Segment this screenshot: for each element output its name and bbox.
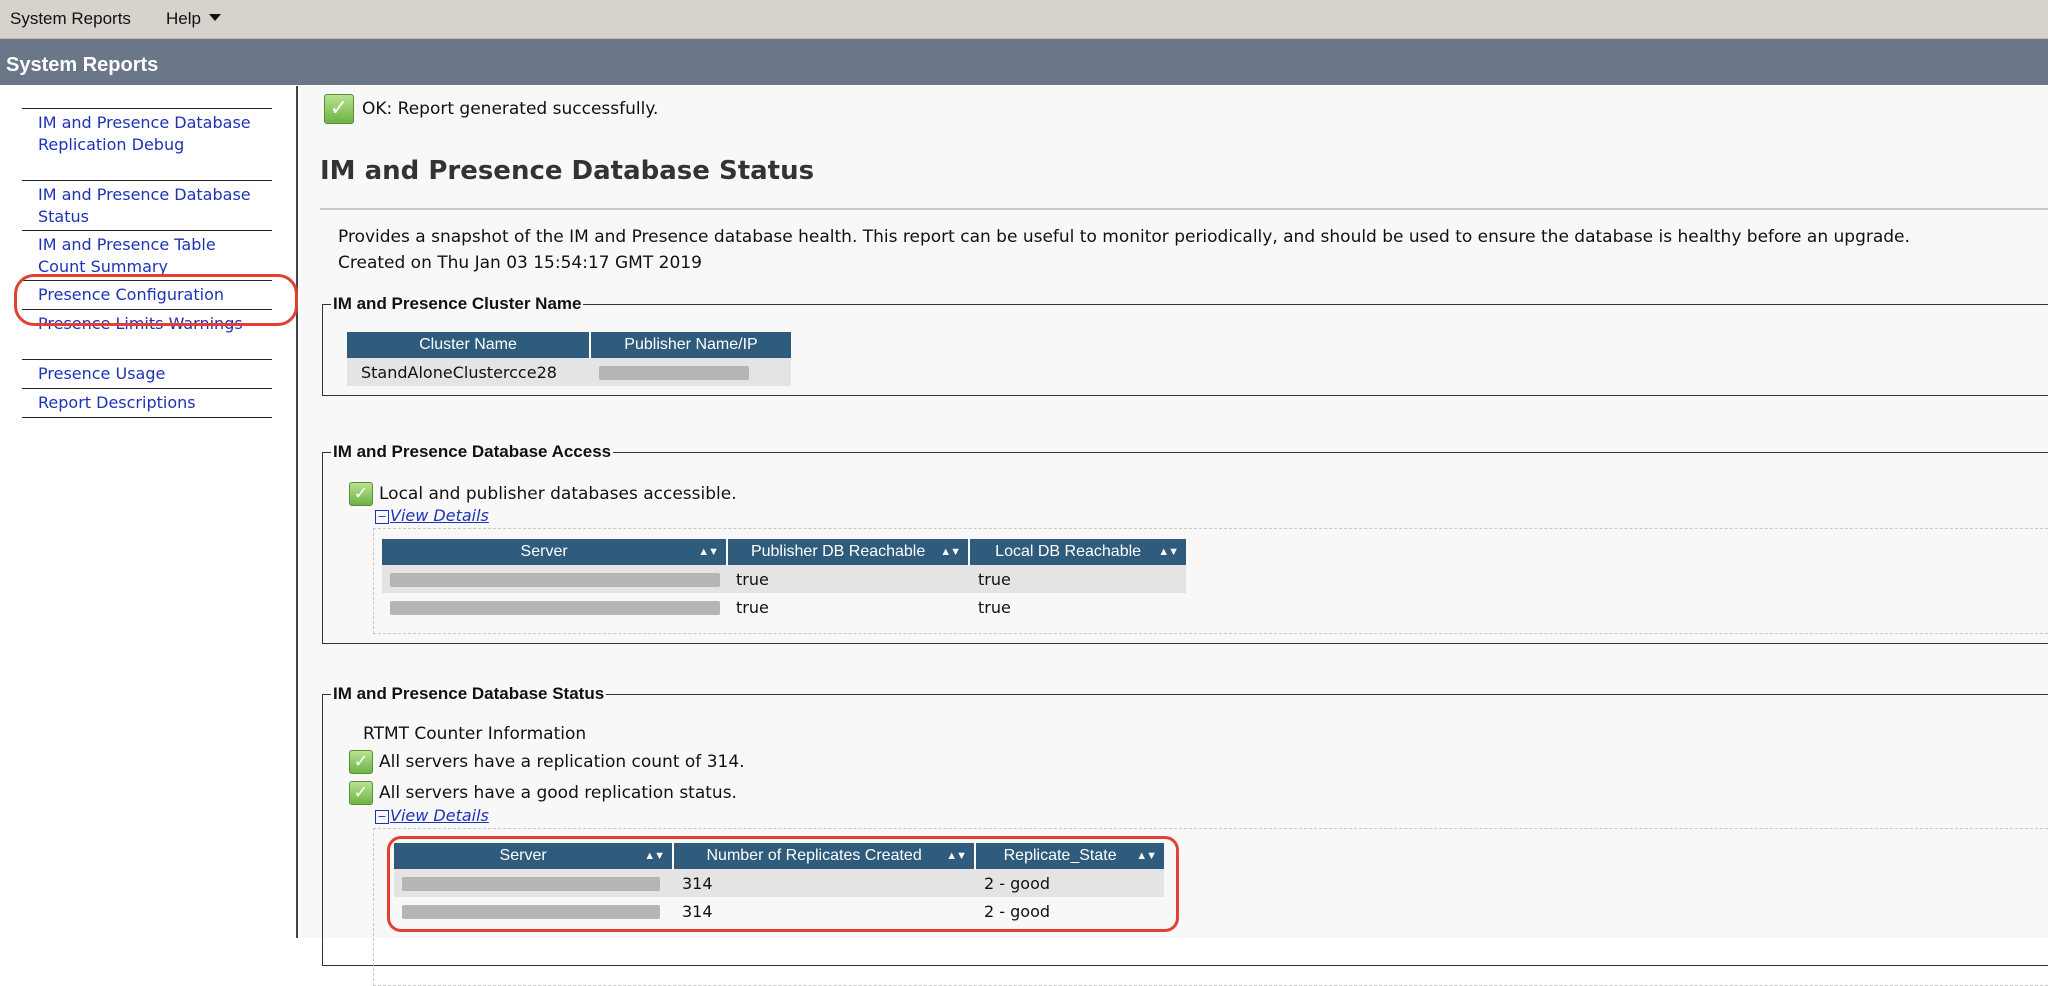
sidebar-item-report-descriptions[interactable]: Report Descriptions [22,389,272,418]
sidebar: IM and Presence Database Replication Deb… [0,86,298,938]
check-icon: ✓ [349,781,373,805]
cluster-table: Cluster Name Publisher Name/IP StandAlon… [347,332,791,386]
highlight-annotation [14,274,298,326]
menu-help-label: Help [166,9,201,28]
sidebar-item-db-replication-debug[interactable]: IM and Presence Database Replication Deb… [22,109,272,181]
view-details-link[interactable]: − View Details [375,806,489,825]
main-content: ✓ OK: Report generated successfully. IM a… [300,86,2048,986]
redacted-value [390,601,720,615]
collapse-icon: − [375,810,389,824]
check-icon: ✓ [324,94,354,124]
check-icon: ✓ [349,482,373,506]
replication-status: ✓ All servers have a good replication sta… [349,781,737,805]
local-db-header-label: Local DB Reachable [995,543,1142,560]
app-title: System Reports [6,54,159,76]
table-row: StandAloneClustercce28 [347,358,791,386]
table-row: true true [382,593,1186,621]
column-header-server[interactable]: Server ▲▼ [382,539,728,565]
database-status-section: IM and Presence Database Status RTMT Cou… [322,684,2048,986]
chevron-down-icon [208,14,221,21]
publisher-db-cell: true [736,597,769,617]
table-row: true true [382,565,1186,593]
ok-message: OK: Report generated successfully. [362,99,659,119]
redacted-value [390,573,720,587]
cluster-name-cell: StandAloneClustercce28 [347,358,591,386]
description-text: Provides a snapshot of the IM and Presen… [338,227,1910,247]
redacted-value [599,366,749,380]
access-details-panel: Server ▲▼ Publisher DB Reachable ▲▼ Local … [373,528,2048,634]
view-details-link[interactable]: − View Details [375,506,489,525]
view-details-label: View Details [390,806,489,825]
server-header-label: Server [520,543,568,560]
database-access-legend: IM and Presence Database Access [333,442,612,461]
replication-count-status: ✓ All servers have a replication count of… [349,750,745,774]
local-db-cell: true [970,565,1186,593]
publisher-cell [591,358,791,386]
publisher-db-header-label: Publisher DB Reachable [750,543,926,560]
column-header-publisher-db[interactable]: Publisher DB Reachable ▲▼ [728,539,970,565]
sidebar-nav: IM and Presence Database Replication Deb… [22,108,272,418]
check-icon: ✓ [349,750,373,774]
menu-bar: System Reports Help [0,0,2048,39]
replication-status-text: All servers have a good replication stat… [379,783,737,803]
column-header-publisher: Publisher Name/IP [591,332,791,358]
app-title-bar: System Reports [0,39,2048,85]
local-db-cell: true [978,597,1011,617]
menu-help[interactable]: Help [166,9,221,29]
access-status: ✓ Local and publisher databases accessibl… [349,482,737,506]
sort-icon: ▲▼ [1158,546,1179,558]
access-status-text: Local and publisher databases accessible… [379,484,737,504]
sort-icon: ▲▼ [698,546,719,558]
view-details-label: View Details [390,506,489,525]
database-status-legend: IM and Presence Database Status [333,684,605,703]
replication-count-text: All servers have a replication count of … [379,752,745,772]
title-divider [320,208,2048,210]
server-cell [382,565,728,593]
rtmt-label: RTMT Counter Information [363,724,587,744]
created-timestamp: Created on Thu Jan 03 15:54:17 GMT 2019 [338,253,702,273]
sidebar-item-db-status[interactable]: IM and Presence Database Status [22,181,272,231]
access-table: Server ▲▼ Publisher DB Reachable ▲▼ Local … [382,539,1186,621]
highlight-annotation [387,836,1179,932]
column-header-local-db[interactable]: Local DB Reachable ▲▼ [970,539,1186,565]
publisher-db-cell: true [728,565,970,593]
sidebar-item-presence-usage[interactable]: Presence Usage [22,360,272,389]
sort-icon: ▲▼ [940,546,961,558]
server-cell [382,593,728,621]
cluster-name-section: IM and Presence Cluster Name Cluster Nam… [322,294,2048,396]
menu-system-reports[interactable]: System Reports [10,9,131,29]
ok-status: ✓ OK: Report generated successfully. [324,94,658,124]
report-description: Provides a snapshot of the IM and Presen… [338,224,1910,276]
page-title: IM and Presence Database Status [320,156,815,186]
database-access-section: IM and Presence Database Access ✓ Local a… [322,442,2048,644]
collapse-icon: − [375,510,389,524]
column-header-cluster-name: Cluster Name [347,332,591,358]
cluster-name-legend: IM and Presence Cluster Name [333,294,582,313]
